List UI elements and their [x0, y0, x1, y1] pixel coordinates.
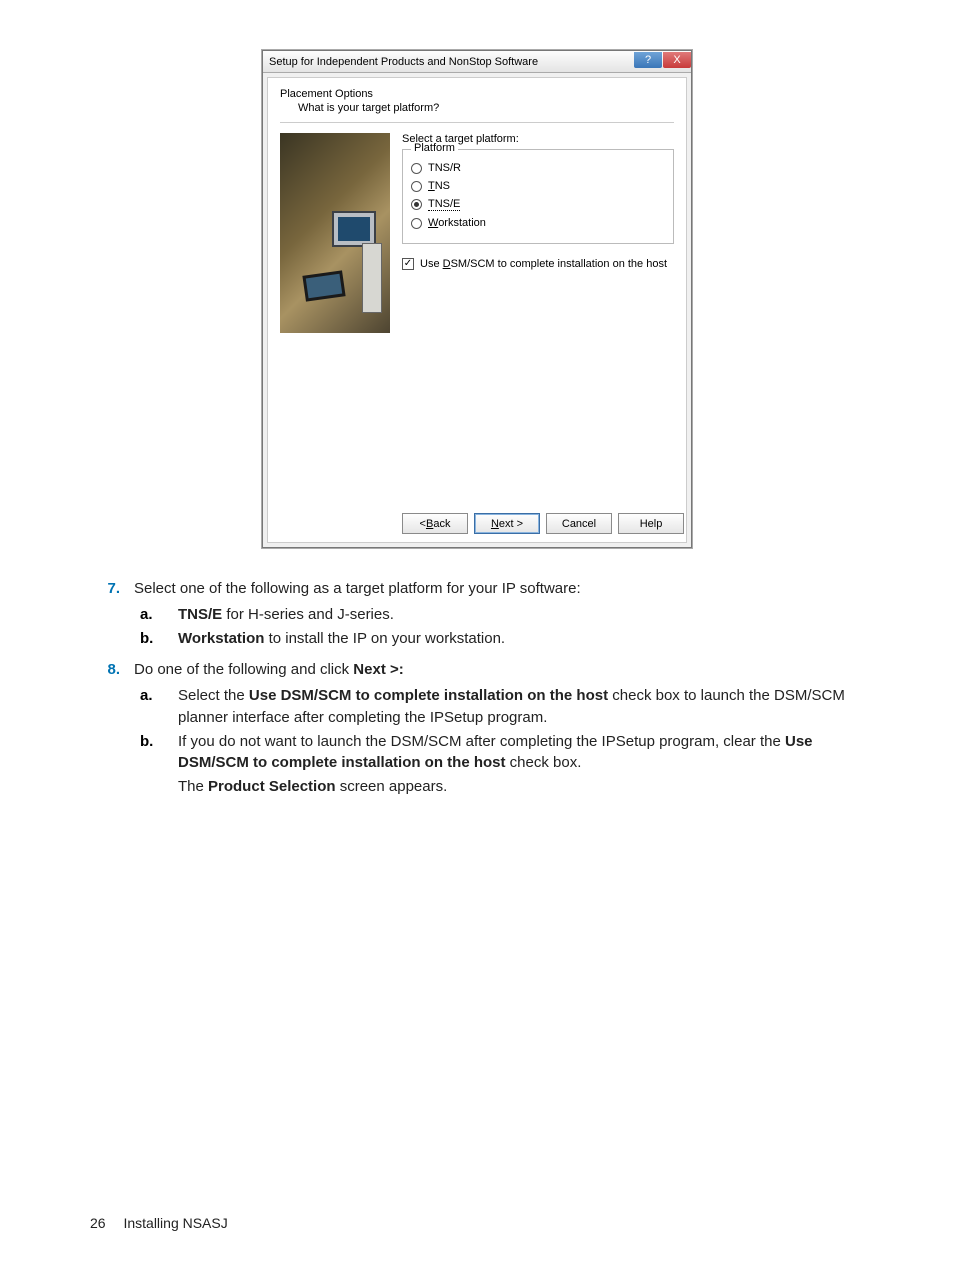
radio-icon	[411, 199, 422, 210]
cancel-button[interactable]: Cancel	[546, 513, 612, 534]
groupbox-legend: Platform	[411, 142, 458, 154]
checkbox-label: Use DSM/SCM to complete installation on …	[420, 258, 667, 270]
substep-bold: Workstation	[178, 630, 264, 647]
dialog-title: Setup for Independent Products and NonSt…	[269, 56, 538, 68]
radio-icon	[411, 181, 422, 192]
titlebar-help-button[interactable]: ?	[634, 52, 662, 68]
step-8-result: The Product Selection screen appears.	[134, 776, 864, 798]
radio-icon	[411, 163, 422, 174]
radio-label: TNS	[428, 180, 450, 192]
page-number: 26	[90, 1215, 106, 1231]
step-7: 7. Select one of the following as a targ…	[90, 578, 864, 655]
radio-label: Workstation	[428, 217, 486, 229]
instruction-list: 7. Select one of the following as a targ…	[90, 578, 864, 804]
step-text: Do one of the following and click Next >…	[134, 661, 404, 678]
step-number: 8.	[90, 659, 134, 804]
dialog-titlebar: Setup for Independent Products and NonSt…	[263, 51, 691, 73]
radio-tns[interactable]: TNS	[411, 180, 665, 192]
close-icon: X	[673, 54, 680, 66]
step-number: 7.	[90, 578, 134, 655]
back-button[interactable]: < Back	[402, 513, 468, 534]
substep-text: for H-series and J-series.	[222, 606, 394, 623]
substep-letter: a.	[134, 604, 178, 626]
radio-label: TNS/R	[428, 162, 461, 174]
step-8a: a. Select the Use DSM/SCM to complete in…	[134, 685, 864, 729]
step-text: Select one of the following as a target …	[134, 580, 581, 597]
dialog-heading: Placement Options	[280, 88, 674, 100]
next-button[interactable]: Next >	[474, 513, 540, 534]
help-icon: ?	[645, 54, 651, 66]
dialog-subheading: What is your target platform?	[298, 102, 674, 114]
divider	[280, 122, 674, 123]
step-7b: b. Workstation to install the IP on your…	[134, 628, 864, 650]
step-8: 8. Do one of the following and click Nex…	[90, 659, 864, 804]
substep-bold: TNS/E	[178, 606, 222, 623]
dsmscm-checkbox[interactable]: ✓ Use DSM/SCM to complete installation o…	[402, 258, 674, 270]
help-button[interactable]: Help	[618, 513, 684, 534]
radio-tnsr[interactable]: TNS/R	[411, 162, 665, 174]
substep-letter: b.	[134, 731, 178, 775]
radio-tnse[interactable]: TNS/E	[411, 198, 665, 211]
setup-dialog: Setup for Independent Products and NonSt…	[262, 50, 692, 548]
platform-groupbox: Platform TNS/R TNS TNS/E	[402, 149, 674, 244]
step-8b: b. If you do not want to launch the DSM/…	[134, 731, 864, 775]
titlebar-close-button[interactable]: X	[663, 52, 691, 68]
substep-letter: a.	[134, 685, 178, 729]
step-7a: a. TNS/E for H-series and J-series.	[134, 604, 864, 626]
checkbox-icon: ✓	[402, 258, 414, 270]
substep-letter: b.	[134, 628, 178, 650]
substep-text: to install the IP on your workstation.	[264, 630, 505, 647]
wizard-image	[280, 133, 390, 333]
page-footer: 26 Installing NSASJ	[90, 1215, 228, 1231]
radio-label: TNS/E	[428, 198, 460, 211]
section-title: Installing NSASJ	[123, 1215, 227, 1231]
radio-workstation[interactable]: Workstation	[411, 217, 665, 229]
radio-icon	[411, 218, 422, 229]
